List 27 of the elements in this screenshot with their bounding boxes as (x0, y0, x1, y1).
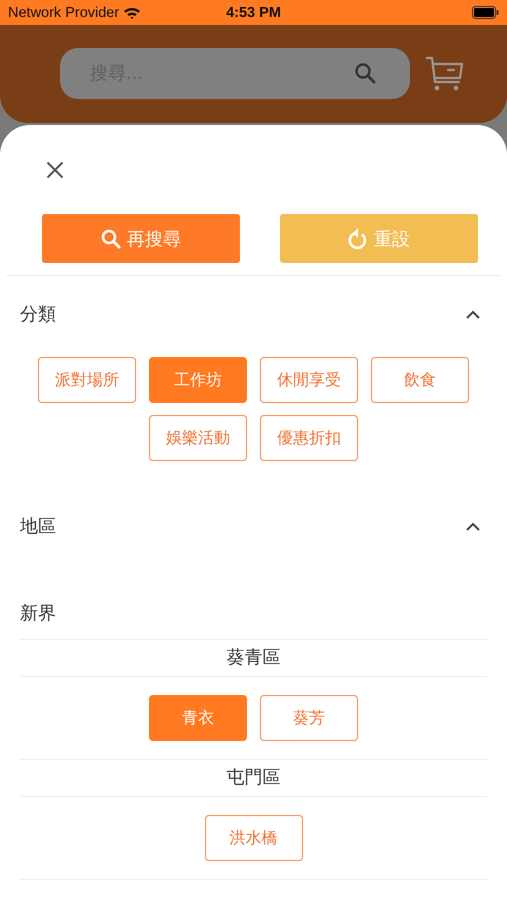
reset-button[interactable]: 重設 (280, 214, 478, 263)
category-chip[interactable]: 休閒享受 (260, 357, 358, 403)
category-chip[interactable]: 工作坊 (149, 357, 247, 403)
area-title: 新界 (20, 602, 57, 625)
search-icon (354, 62, 376, 84)
reset-icon (348, 228, 368, 250)
district-title: 葵青區 (226, 646, 282, 670)
district-chip[interactable]: 洪水橋 (204, 815, 302, 861)
category-chip[interactable]: 飲食 (371, 357, 469, 403)
search-icon (101, 228, 121, 248)
section-title: 地區 (20, 515, 56, 538)
section-title: 分類 (20, 303, 56, 326)
district-title: 屯門區 (226, 766, 282, 790)
carrier-label: Network Provider (8, 4, 120, 20)
district-chip[interactable]: 葵芳 (260, 695, 358, 741)
category-chip[interactable]: 娛樂活動 (149, 415, 247, 461)
search-again-button[interactable]: 再搜尋 (42, 214, 240, 263)
category-chip[interactable]: 優惠折扣 (260, 415, 358, 461)
chevron-icon[interactable] (466, 310, 480, 318)
close-icon[interactable] (46, 161, 64, 179)
chevron-icon[interactable] (466, 522, 480, 530)
district-chip[interactable]: 青衣 (149, 695, 247, 741)
wifi-icon (123, 6, 142, 20)
cart-icon[interactable] (426, 56, 464, 92)
status-time: 4:53 PM (226, 4, 281, 20)
category-chip[interactable]: 派對場所 (38, 357, 136, 403)
battery-icon (472, 6, 499, 19)
